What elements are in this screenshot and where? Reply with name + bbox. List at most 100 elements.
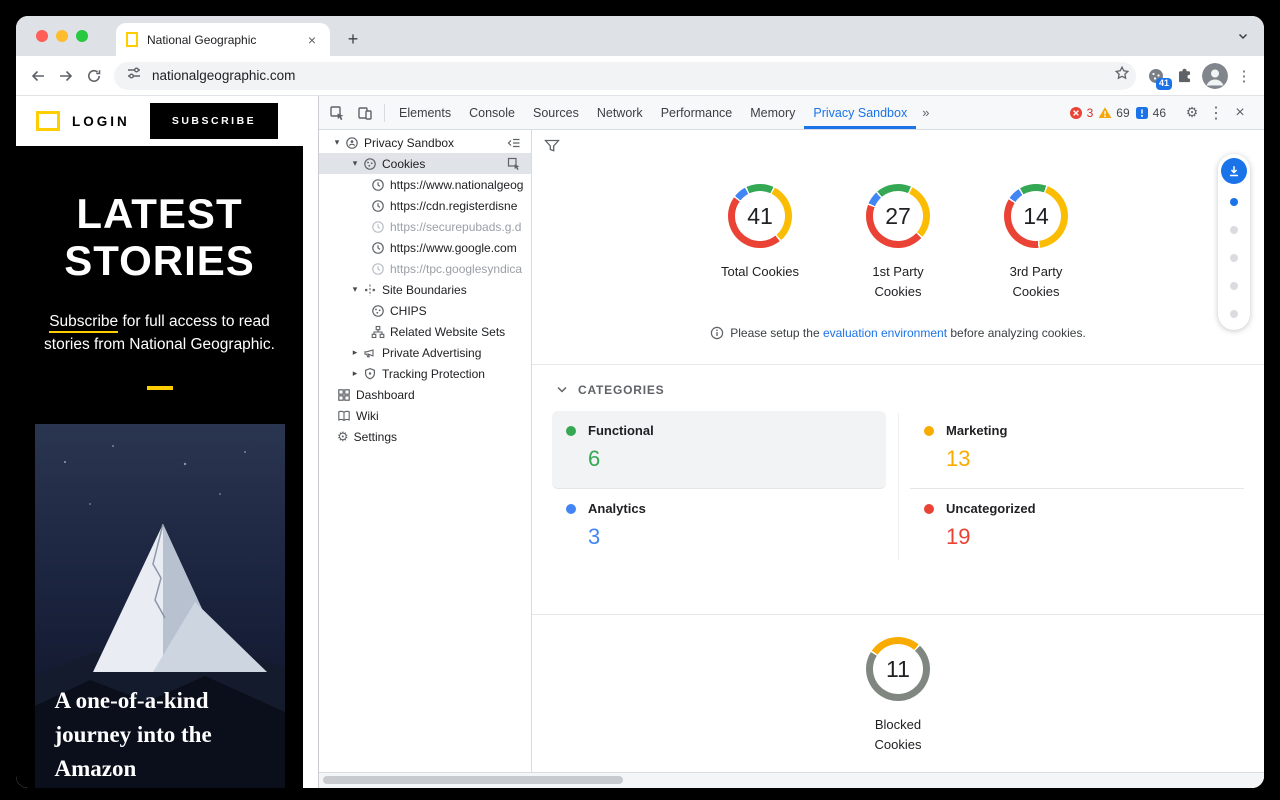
tree-item-settings[interactable]: ⚙ Settings [319, 426, 531, 447]
issues-badge[interactable]: 46 [1135, 106, 1166, 120]
tracking-protection-icon [363, 367, 377, 381]
natgeo-logo[interactable] [36, 111, 60, 131]
tree-item-origin[interactable]: https://tpc.googlesyndica [319, 258, 531, 279]
devtools-menu-button[interactable]: ⋮ [1204, 100, 1228, 126]
tab-close-icon[interactable]: × [304, 32, 320, 48]
console-summary[interactable]: 3 69 46 [1069, 106, 1166, 120]
close-window-button[interactable] [36, 30, 48, 42]
collapse-sidebar-icon[interactable] [507, 136, 521, 150]
expand-arrow-icon[interactable]: ▾ [349, 158, 361, 169]
categories-header[interactable]: CATEGORIES [556, 383, 1264, 397]
maximize-window-button[interactable] [76, 30, 88, 42]
expand-arrow-icon[interactable]: ▾ [331, 137, 343, 148]
inspect-element-button[interactable] [323, 100, 351, 126]
tab-performance[interactable]: Performance [652, 96, 742, 129]
browser-menu-button[interactable]: ⋮ [1232, 67, 1256, 85]
collapsed-arrow-icon[interactable]: ▸ [349, 347, 361, 358]
cookie-extension-button[interactable]: 41 [1142, 62, 1170, 90]
tree-item-origin[interactable]: https://www.nationalgeog [319, 174, 531, 195]
tree-item-chips[interactable]: CHIPS [319, 300, 531, 321]
devtools-close-button[interactable]: × [1228, 100, 1252, 126]
tree-item-dashboard[interactable]: Dashboard [319, 384, 531, 405]
page-scrollbar[interactable] [303, 96, 318, 788]
settings-gear-icon: ⚙ [337, 430, 349, 443]
profile-avatar[interactable] [1202, 63, 1228, 89]
category-analytics[interactable]: Analytics 3 [552, 489, 886, 566]
tree-item-cookies[interactable]: ▾ Cookies [319, 153, 531, 174]
tab-network[interactable]: Network [588, 96, 652, 129]
horizontal-scrollbar[interactable] [319, 772, 1264, 788]
subscribe-button[interactable]: SUBSCRIBE [150, 103, 278, 139]
story-card[interactable]: A one-of-a-kind journey into the Amazon [35, 424, 285, 788]
tab-privacy-sandbox[interactable]: Privacy Sandbox [804, 96, 916, 129]
section-dot-active[interactable] [1230, 198, 1238, 206]
stat-blocked-cookies: 11 Blocked Cookies [532, 637, 1264, 755]
tab-elements[interactable]: Elements [390, 96, 460, 129]
cookie-icon [371, 304, 385, 318]
url-text: nationalgeographic.com [152, 68, 295, 83]
browser-window: National Geographic × + nationalgeograph… [16, 16, 1264, 788]
cookie-stats: 41 Total Cookies 27 1st Party Cookies 14… [532, 130, 1264, 302]
tab-sources[interactable]: Sources [524, 96, 588, 129]
tree-item-origin[interactable]: https://www.google.com [319, 237, 531, 258]
tab-search-chevron-icon[interactable] [1236, 29, 1250, 48]
site-settings-icon[interactable] [126, 65, 142, 86]
forward-button[interactable] [52, 62, 80, 90]
tree-item-privacy-sandbox[interactable]: ▾ Privacy Sandbox [319, 132, 531, 153]
subscribe-text-link[interactable]: Subscribe [49, 313, 118, 333]
address-bar[interactable]: nationalgeographic.com [114, 62, 1136, 90]
section-dot[interactable] [1230, 254, 1238, 262]
stat-total-cookies: 41 Total Cookies [720, 184, 800, 302]
login-link[interactable]: LOGIN [72, 114, 130, 129]
private-advertising-icon [363, 346, 377, 360]
tree-item-origin[interactable]: https://cdn.registerdisne [319, 195, 531, 216]
tree-item-related-website-sets[interactable]: Related Website Sets [319, 321, 531, 342]
tree-item-wiki[interactable]: Wiki [319, 405, 531, 426]
donut-blocked-cookies: 11 [866, 637, 930, 701]
scrollbar-thumb[interactable] [323, 776, 623, 784]
section-dot[interactable] [1230, 282, 1238, 290]
info-icon [710, 326, 724, 340]
extensions-puzzle-button[interactable] [1170, 62, 1198, 90]
more-tabs-button[interactable]: » [916, 96, 935, 129]
donut-third-party-cookies: 14 [1004, 184, 1068, 248]
inspect-element-icon[interactable] [507, 157, 521, 171]
category-uncategorized[interactable]: Uncategorized 19 [910, 489, 1244, 566]
reload-button[interactable] [80, 62, 108, 90]
promo-text: Subscribe for full access to read storie… [32, 310, 288, 356]
collapsed-arrow-icon[interactable]: ▸ [349, 368, 361, 379]
donut-first-party-cookies: 27 [866, 184, 930, 248]
tree-item-private-advertising[interactable]: ▸ Private Advertising [319, 342, 531, 363]
site-header: LOGIN SUBSCRIBE [16, 96, 318, 146]
evaluation-environment-link[interactable]: evaluation environment [823, 326, 947, 340]
warning-badge[interactable]: 69 [1098, 106, 1129, 120]
story-title[interactable]: A one-of-a-kind journey into the Amazon [55, 684, 259, 786]
expand-arrow-icon[interactable]: ▾ [349, 284, 361, 295]
category-marketing[interactable]: Marketing 13 [910, 411, 1244, 489]
filter-icon[interactable] [544, 139, 560, 158]
privacy-sandbox-icon [345, 136, 359, 150]
browser-tab[interactable]: National Geographic × [116, 23, 330, 56]
minimize-window-button[interactable] [56, 30, 68, 42]
section-dot[interactable] [1230, 310, 1238, 318]
category-functional[interactable]: Functional 6 [552, 411, 886, 489]
category-dot [924, 426, 934, 436]
devtools-panel: Elements Console Sources Network Perform… [318, 96, 1264, 788]
bookmark-star-icon[interactable] [1114, 65, 1130, 86]
page-title: LATEST STORIES [16, 146, 303, 284]
wiki-book-icon [337, 409, 351, 423]
back-button[interactable] [24, 62, 52, 90]
section-dot[interactable] [1230, 226, 1238, 234]
download-report-button[interactable] [1221, 158, 1247, 184]
error-badge[interactable]: 3 [1069, 106, 1094, 120]
devtools-settings-button[interactable]: ⚙ [1180, 100, 1204, 126]
tab-memory[interactable]: Memory [741, 96, 804, 129]
tree-item-tracking-protection[interactable]: ▸ Tracking Protection [319, 363, 531, 384]
tree-item-origin[interactable]: https://securepubads.g.d [319, 216, 531, 237]
tree-item-site-boundaries[interactable]: ▾ Site Boundaries [319, 279, 531, 300]
device-toolbar-button[interactable] [351, 100, 379, 126]
traffic-lights [36, 30, 88, 42]
divider [532, 364, 1264, 365]
new-tab-button[interactable]: + [340, 26, 366, 52]
tab-console[interactable]: Console [460, 96, 524, 129]
